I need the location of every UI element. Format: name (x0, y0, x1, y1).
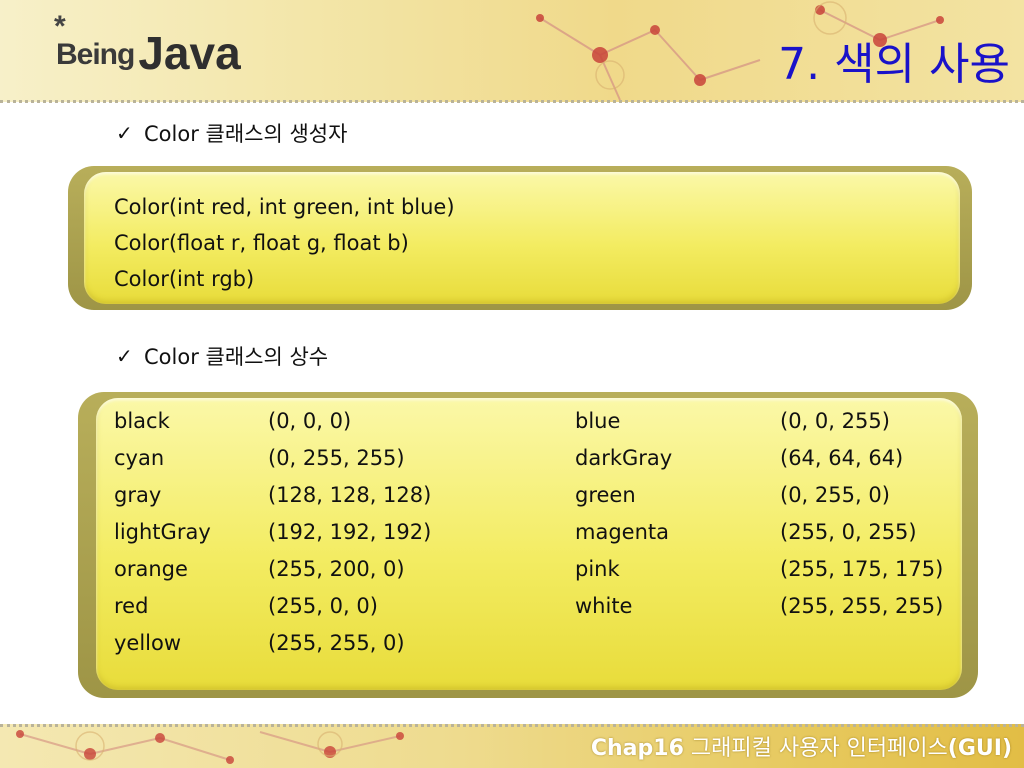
color-rgb: (192, 192, 192) (268, 520, 432, 544)
color-rgb: (0, 255, 255) (268, 446, 405, 470)
color-rgb: (255, 0, 255) (780, 520, 917, 544)
color-name: orange (114, 557, 188, 581)
being-java-logo: * Being Java (54, 10, 241, 84)
bullet-constructors-text: Color 클래스의 생성자 (144, 122, 348, 146)
footer-chapter: Chap16 그래피컬 사용자 인터페이스(GUI) (591, 730, 1012, 762)
check-icon: ✓ (116, 121, 133, 145)
color-rgb: (0, 255, 0) (780, 483, 890, 507)
constructor-line: Color(int rgb) (114, 267, 255, 291)
color-rgb: (255, 0, 0) (268, 594, 378, 618)
bullet-constants: ✓ Color 클래스의 상수 (116, 341, 328, 371)
color-rgb: (64, 64, 64) (780, 446, 904, 470)
color-rgb: (255, 255, 255) (780, 594, 944, 618)
color-name: white (575, 594, 633, 618)
color-name: magenta (575, 520, 669, 544)
color-rgb: (128, 128, 128) (268, 483, 432, 507)
color-rgb: (255, 200, 0) (268, 557, 405, 581)
color-name: red (114, 594, 149, 618)
logo-star: * (54, 10, 66, 43)
check-icon: ✓ (116, 344, 133, 368)
footer-divider (0, 724, 1024, 727)
color-rgb: (0, 0, 255) (780, 409, 890, 433)
logo-java-text: Java (138, 27, 241, 79)
footer-chap-title: 그래피컬 사용자 인터페이스 (690, 736, 948, 761)
constants-box (96, 398, 962, 690)
color-name: black (114, 409, 170, 433)
footer-chap-number: Chap16 (590, 736, 684, 761)
color-name: cyan (114, 446, 165, 470)
color-name: darkGray (575, 446, 673, 470)
slide-title: 7. 색의 사용 (778, 39, 1010, 90)
header-banner: * Being Java 7. 색의 사용 (0, 0, 1024, 102)
color-name: green (575, 483, 636, 507)
header-divider (0, 100, 1024, 103)
bullet-constructors: ✓ Color 클래스의 생성자 (116, 118, 347, 148)
color-name: blue (575, 409, 621, 433)
color-name: yellow (114, 631, 182, 655)
bullet-constants-text: Color 클래스의 상수 (144, 345, 329, 369)
color-rgb: (255, 175, 175) (780, 557, 944, 581)
constructor-line: Color(int red, int green, int blue) (114, 195, 455, 219)
color-rgb: (0, 0, 0) (268, 409, 352, 433)
color-rgb: (255, 255, 0) (268, 631, 405, 655)
logo-being-text: Being (56, 38, 135, 71)
footer-chap-suffix: (GUI) (947, 736, 1012, 761)
color-name: pink (575, 557, 620, 581)
constructor-line: Color(float r, float g, float b) (114, 231, 409, 255)
color-name: gray (114, 483, 162, 507)
color-name: lightGray (114, 520, 211, 544)
